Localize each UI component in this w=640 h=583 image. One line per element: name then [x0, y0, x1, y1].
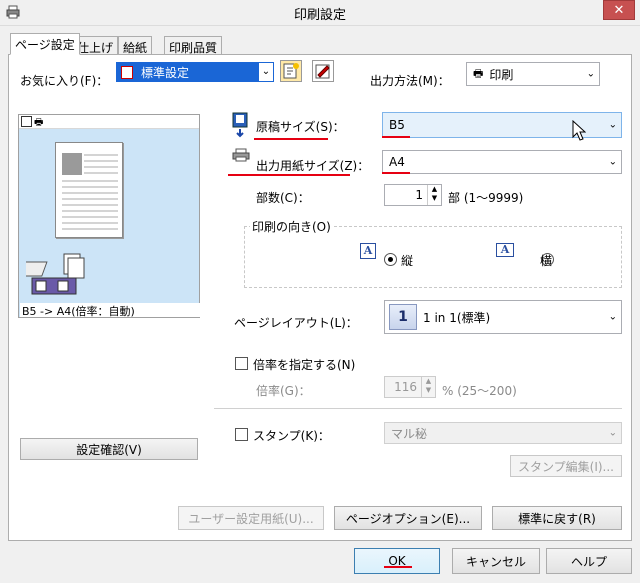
printer-small-icon: 🖶 [473, 66, 484, 80]
stamp-edit-button[interactable]: スタンプ編集(I)... [510, 455, 622, 477]
spinner-buttons[interactable]: ▲ ▼ [421, 377, 435, 397]
output-method-select[interactable]: 🖶 印刷 ⌄ [466, 62, 600, 86]
mouse-cursor-icon [572, 120, 586, 141]
window-title: 印刷設定 [293, 8, 346, 23]
original-size-label-underline [254, 138, 328, 140]
output-paper-size-select[interactable]: A4 ⌄ [382, 150, 622, 174]
original-size-icon [232, 112, 248, 138]
printer-icon [232, 148, 250, 162]
output-paper-size-value: A4 [389, 155, 405, 169]
tab-paper-source[interactable]: 給紙 [118, 36, 153, 55]
preview-page [55, 142, 123, 238]
landscape-label: 横 [540, 254, 553, 268]
stamp-select[interactable]: マル秘 ⌄ [384, 422, 622, 444]
spinner-buttons[interactable]: ▲ ▼ [427, 185, 441, 205]
output-paper-size-label: 出力用紙サイズ(Z)： [256, 159, 370, 173]
orientation-label: 印刷の向き(O) [250, 218, 333, 235]
tab-page-setup[interactable]: ページ設定 [10, 33, 80, 55]
page-layout-label: ページレイアウト(L)： [234, 316, 358, 330]
portrait-radio[interactable] [384, 253, 397, 266]
preview-image-block [62, 153, 82, 175]
copies-spinner[interactable]: 1 ▲ ▼ [384, 184, 442, 206]
separator [214, 408, 622, 409]
help-button[interactable]: ヘルプ [546, 548, 632, 574]
favorites-select[interactable]: 標準設定 ⌄ [116, 62, 274, 82]
favorites-doc-icon [121, 66, 133, 79]
chevron-down-icon: ⌄ [608, 156, 617, 168]
chevron-down-icon: ⌄ [259, 63, 273, 81]
orientation-group [244, 226, 622, 288]
portrait-label: 縦 [401, 254, 414, 268]
page-options-button[interactable]: ページオプション(E)... [334, 506, 482, 530]
chevron-down-icon: ⌄ [608, 119, 617, 131]
landscape-icon: A [496, 243, 514, 257]
chevron-down-icon: ⌄ [586, 68, 595, 80]
original-size-value-underline [382, 136, 410, 138]
tab-print-quality[interactable]: 印刷品質 [164, 36, 223, 55]
chevron-down-icon: ⌄ [608, 311, 617, 323]
output-paper-size-value-underline [382, 172, 410, 174]
zoom-unit: % (25～200) [442, 384, 517, 398]
page-layout-select[interactable]: 1 1 in 1(標準) ⌄ [384, 300, 622, 334]
page-layout-icon: 1 [389, 304, 417, 330]
stamp-checkbox-label: スタンプ(K)： [253, 429, 330, 443]
ok-underline [384, 566, 412, 568]
preview-toolbar: 🖶 [19, 115, 199, 129]
stamp-value: マル秘 [391, 426, 428, 441]
zoom-spinner[interactable]: 116 ▲ ▼ [384, 376, 436, 398]
original-size-label: 原稿サイズ(S)： [256, 120, 345, 134]
confirm-settings-button[interactable]: 設定確認(V) [20, 438, 198, 460]
zoom-checkbox-label: 倍率を指定する(N) [253, 358, 356, 372]
cancel-button[interactable]: キャンセル [452, 548, 540, 574]
portrait-icon: A [360, 243, 376, 259]
preview-caption: B5 -> A4(倍率：自動) [20, 303, 200, 318]
page-layout-value: 1 in 1(標準) [423, 310, 491, 325]
preview-text-body [62, 180, 118, 230]
favorites-value: 標準設定 [141, 65, 190, 80]
copies-label: 部数(C)： [256, 191, 310, 205]
title-bar: 印刷設定 ✕ [0, 0, 640, 26]
zoom-label: 倍率(G)： [256, 384, 311, 398]
copies-value: 1 [415, 188, 423, 202]
zoom-value: 116 [394, 380, 417, 394]
original-size-select[interactable]: B5 ⌄ [382, 112, 622, 138]
ok-button[interactable]: OK [354, 548, 440, 574]
stamp-checkbox[interactable] [235, 428, 248, 441]
output-method-label: 出力方法(M)： [370, 74, 450, 88]
chevron-down-icon: ⌄ [608, 427, 617, 439]
original-size-value: B5 [389, 118, 405, 132]
restore-default-button[interactable]: 標準に戻す(R) [492, 506, 622, 530]
user-paper-button[interactable]: ユーザー設定用紙(U)... [178, 506, 324, 530]
output-paper-size-label-underline [228, 174, 350, 176]
favorites-label: お気に入り(F)： [20, 74, 109, 88]
favorites-edit-icon[interactable] [312, 60, 334, 82]
printer-icon[interactable]: 🖶 [34, 115, 43, 132]
favorites-add-icon[interactable] [280, 60, 302, 82]
zoom-checkbox[interactable] [235, 357, 248, 370]
output-method-value: 印刷 [489, 67, 514, 82]
copies-unit: 部 (1～9999) [448, 191, 524, 205]
paper-stack-icon [26, 253, 85, 295]
preview-page-icon[interactable] [21, 116, 32, 127]
close-button[interactable]: ✕ [603, 0, 635, 20]
